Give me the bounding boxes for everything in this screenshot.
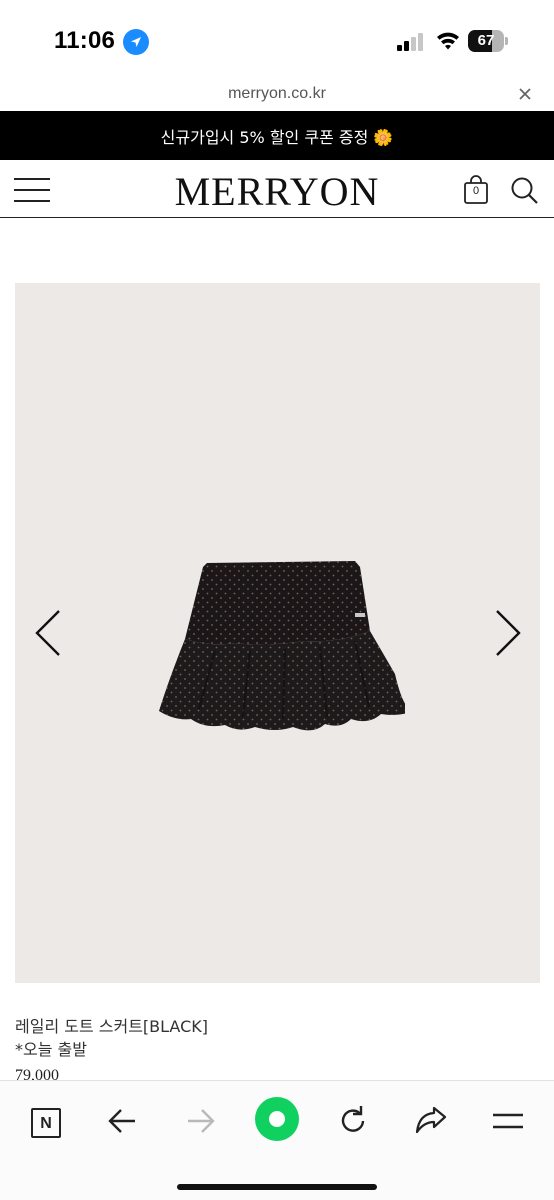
- wifi-icon: [436, 30, 460, 52]
- browser-url-bar[interactable]: merryon.co.kr: [0, 78, 554, 112]
- back-arrow-icon[interactable]: [101, 1099, 145, 1143]
- site-header: MERRYON 0: [0, 160, 554, 218]
- status-time: 11:06: [54, 27, 116, 54]
- skirt-photo: [155, 559, 413, 744]
- forward-arrow-icon[interactable]: [178, 1099, 222, 1143]
- shopping-bag-icon[interactable]: 0: [462, 175, 490, 205]
- search-icon[interactable]: [509, 175, 539, 205]
- share-icon[interactable]: [409, 1099, 453, 1143]
- product-note: *오늘 출발: [15, 1040, 87, 1059]
- promo-banner[interactable]: 신규가입시 5% 할인 쿠폰 증정 🌼: [0, 111, 554, 160]
- battery-level: 67: [477, 32, 495, 49]
- status-bar: 11:06 67: [0, 0, 554, 82]
- battery-icon: 67: [468, 30, 508, 52]
- refresh-icon[interactable]: [331, 1099, 375, 1143]
- cart-count: 0: [472, 185, 480, 197]
- naver-n-icon[interactable]: N: [22, 1099, 66, 1143]
- cellular-signal-icon: [397, 33, 425, 51]
- browser-toolbar: N: [0, 1080, 554, 1200]
- promo-text[interactable]: 신규가입시 5% 할인 쿠폰 증정 🌼: [0, 124, 554, 148]
- chevron-left-icon[interactable]: [33, 608, 63, 658]
- chevron-right-icon[interactable]: [493, 608, 523, 658]
- location-arrow-icon: [123, 29, 149, 55]
- hamburger-menu-icon[interactable]: [14, 177, 50, 203]
- url-text[interactable]: merryon.co.kr: [0, 85, 554, 103]
- product-image[interactable]: [15, 283, 540, 983]
- home-indicator: [177, 1184, 377, 1190]
- close-icon[interactable]: [513, 82, 537, 106]
- menu-icon[interactable]: [486, 1099, 530, 1143]
- green-home-icon[interactable]: [255, 1097, 299, 1141]
- product-name[interactable]: 레일리 도트 스커트[BLACK]: [15, 1013, 208, 1037]
